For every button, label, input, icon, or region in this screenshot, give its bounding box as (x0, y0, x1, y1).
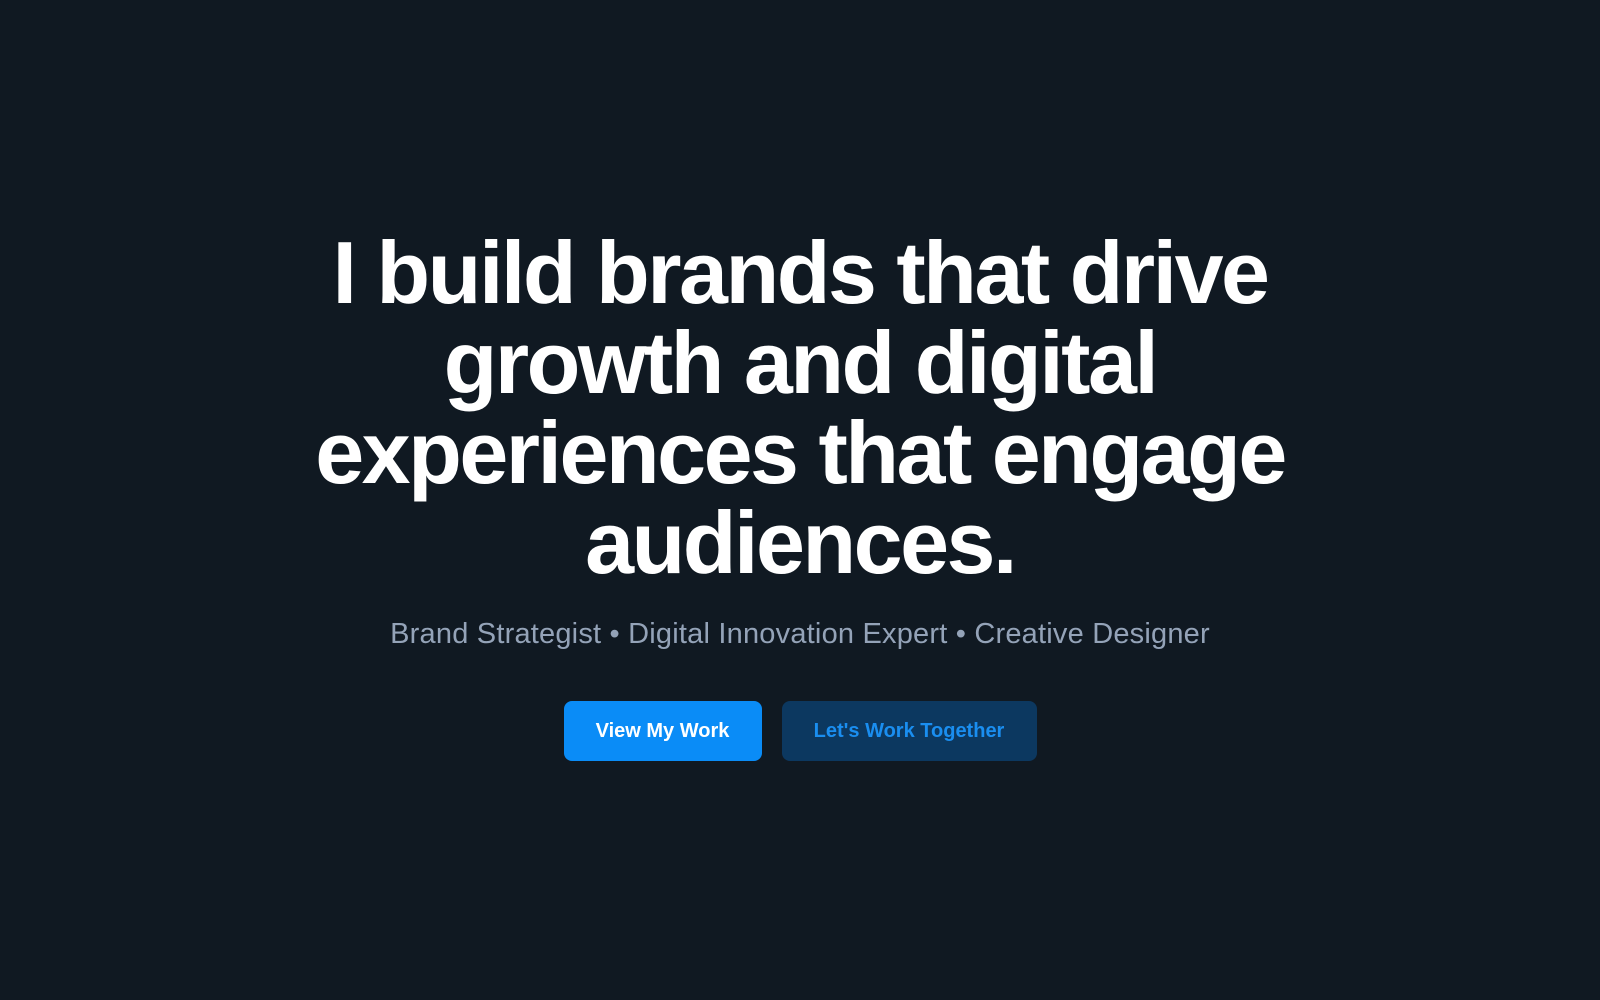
view-my-work-button[interactable]: View My Work (563, 701, 762, 761)
hero-section: I build brands that drive growth and dig… (0, 0, 1600, 1000)
hero-subtitle: Brand Strategist • Digital Innovation Ex… (390, 618, 1210, 650)
lets-work-together-button[interactable]: Let's Work Together (781, 701, 1037, 761)
hero-headline: I build brands that drive growth and dig… (315, 223, 1287, 592)
hero-actions: View My Work Let's Work Together (563, 701, 1037, 761)
